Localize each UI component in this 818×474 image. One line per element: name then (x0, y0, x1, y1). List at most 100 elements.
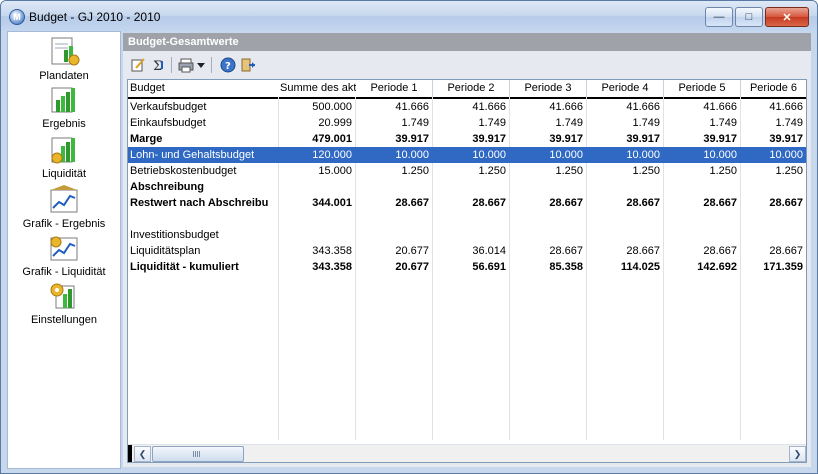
scroll-left-icon[interactable]: ❮ (134, 446, 151, 462)
column-header-periode-6[interactable]: Periode 6 (741, 80, 806, 99)
column-header-budget[interactable]: Budget (128, 80, 280, 99)
sidebar-item-plandaten[interactable]: Plandaten (8, 36, 120, 82)
table-row[interactable]: Liquiditätsplan 343.358 20.677 36.014 28.667… (128, 243, 806, 259)
scroll-right-icon[interactable]: ❯ (789, 446, 806, 462)
table-cell: 39.917 (703, 133, 737, 145)
column-header-periode-5[interactable]: Periode 5 (664, 80, 741, 99)
table-row[interactable]: Verkaufsbudget 500.000 41.666 41.666 41.666 4… (128, 99, 806, 115)
table-cell: 1.250 (632, 165, 660, 177)
minimize-icon: — (713, 11, 725, 23)
sidebar-item-liquiditaet[interactable]: Liquidität (8, 134, 120, 180)
close-icon: ✕ (782, 11, 792, 24)
table-cell: 1.749 (632, 117, 660, 129)
table-row[interactable]: Einkaufsbudget 20.999 1.749 1.749 1.749 1.749… (128, 115, 806, 131)
table-row[interactable]: Lohn- und Gehaltsbudget 120.000 10.000 10.0… (128, 147, 806, 163)
table-cell: 85.358 (549, 261, 583, 273)
scroll-thumb[interactable] (152, 446, 244, 462)
table-cell (587, 211, 660, 227)
table-cell: 28.667 (395, 197, 429, 209)
table-cell (279, 227, 352, 243)
table-cell (664, 211, 737, 227)
horizontal-scrollbar[interactable]: ❮ ❯ (128, 444, 806, 462)
column-header-periode-4[interactable]: Periode 4 (587, 80, 664, 99)
table-cell (510, 211, 583, 227)
bar-chart-icon (48, 84, 80, 116)
table-cell (741, 227, 803, 243)
column-header-periode-2[interactable]: Periode 2 (433, 80, 510, 99)
table-row[interactable]: Marge 479.001 39.917 39.917 39.917 39.917 39.9… (128, 131, 806, 147)
table-cell: 28.667 (549, 197, 583, 209)
print-icon[interactable] (177, 56, 195, 74)
table-cell: 1.749 (401, 117, 429, 129)
table-cell (510, 227, 583, 243)
dropdown-icon[interactable] (195, 56, 207, 74)
table-cell: 114.025 (620, 261, 660, 273)
table-cell: 1.749 (709, 117, 737, 129)
table-row[interactable]: Abschreibung (128, 179, 806, 195)
sidebar-item-einstellungen[interactable]: Einstellungen (8, 280, 120, 326)
table-cell (356, 227, 429, 243)
column-header-summe[interactable]: Summe des aktu (279, 80, 357, 99)
row-label: Verkaufsbudget (130, 101, 207, 113)
edit-icon[interactable] (129, 56, 147, 74)
table-cell (741, 179, 803, 195)
budget-table[interactable]: Budget Summe des aktu Periode 1 Periode … (127, 79, 807, 463)
table-cell: 39.917 (395, 133, 429, 145)
sidebar-item-ergebnis[interactable]: Ergebnis (8, 84, 120, 130)
table-cell: 41.666 (626, 101, 660, 113)
table-cell: 28.667 (626, 245, 660, 257)
table-cell: 1.250 (555, 165, 583, 177)
close-button[interactable]: ✕ (765, 7, 809, 27)
settings-chart-icon (48, 280, 80, 312)
table-row[interactable]: Betriebskostenbudget 15.000 1.250 1.250 1.25… (128, 163, 806, 179)
minimize-button[interactable]: — (705, 7, 733, 27)
table-row[interactable] (128, 211, 806, 227)
column-header-periode-1[interactable]: Periode 1 (356, 80, 433, 99)
table-row[interactable]: Liquidität - kumuliert 343.358 20.677 56.69… (128, 259, 806, 275)
table-cell (433, 211, 506, 227)
maximize-button[interactable]: □ (735, 7, 763, 27)
table-cell: 10.000 (769, 149, 803, 161)
table-cell (587, 227, 660, 243)
row-label: Liquiditätsplan (130, 245, 201, 257)
table-cell: 1.749 (478, 117, 506, 129)
help-icon[interactable]: ? (219, 56, 237, 74)
table-cell: 39.917 (549, 133, 583, 145)
table-cell: 344.001 (312, 197, 352, 209)
sidebar-item-grafik-ergebnis[interactable]: Grafik - Ergebnis (8, 184, 120, 230)
table-cell: 171.359 (763, 261, 803, 273)
app-icon[interactable]: M (9, 9, 25, 25)
row-label: Marge (130, 133, 163, 145)
table-cell: 1.250 (775, 165, 803, 177)
exit-icon[interactable] (239, 56, 257, 74)
table-cell: 41.666 (703, 101, 737, 113)
table-row[interactable]: Investitionsbudget (128, 227, 806, 243)
table-cell: 20.999 (318, 117, 352, 129)
recalc-icon[interactable]: Σ (149, 56, 167, 74)
row-label: Liquidität - kumuliert (130, 261, 239, 273)
sidebar-item-grafik-liquiditaet[interactable]: Grafik - Liquidität (8, 232, 120, 278)
table-cell: 10.000 (472, 149, 506, 161)
table-cell: 56.691 (472, 261, 506, 273)
table-row[interactable]: Restwert nach Abschreibu 344.001 28.667 28.… (128, 195, 806, 211)
table-cell: 1.250 (478, 165, 506, 177)
column-header-periode-3[interactable]: Periode 3 (510, 80, 587, 99)
graph-coins-icon (48, 232, 80, 264)
panel-title: Budget-Gesamtwerte (123, 33, 811, 51)
table-cell: 39.917 (472, 133, 506, 145)
line-graph-icon (48, 184, 80, 216)
table-cell (587, 179, 660, 195)
document-chart-icon (48, 36, 80, 68)
table-cell: 28.667 (703, 197, 737, 209)
table-cell: 41.666 (769, 101, 803, 113)
table-cell: 20.677 (395, 245, 429, 257)
toolbar: Σ ? (123, 53, 811, 77)
table-cell: 479.001 (312, 133, 352, 145)
title-bar[interactable]: M Budget - GJ 2010 - 2010 — □ ✕ (1, 1, 817, 31)
table-cell: 343.358 (312, 261, 352, 273)
table-cell: 41.666 (395, 101, 429, 113)
table-cell (356, 211, 429, 227)
row-label: Lohn- und Gehaltsbudget (130, 149, 255, 161)
table-cell: 41.666 (549, 101, 583, 113)
table-cell: 343.358 (312, 245, 352, 257)
